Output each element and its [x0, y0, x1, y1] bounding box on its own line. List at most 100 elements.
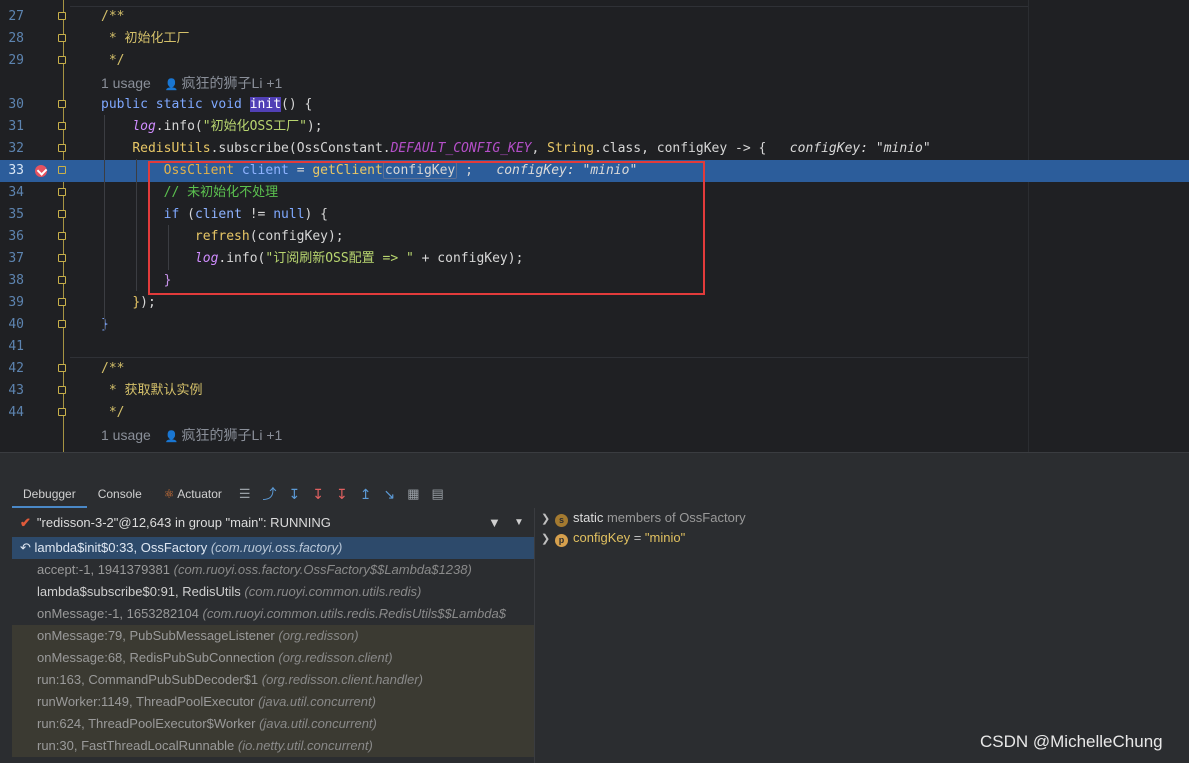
line-number[interactable]: 36 — [0, 226, 24, 248]
author-icon: 👤 — [164, 431, 179, 443]
code-text: /** — [101, 9, 125, 24]
line-number[interactable]: 28 — [0, 28, 24, 50]
code-editor[interactable]: 27/** 28 * 初始化工厂 29 */30 public static void… — [0, 0, 1189, 452]
variable-row[interactable]: ❯ p configKey = "minio" — [535, 528, 685, 548]
line-number[interactable]: 29 — [0, 50, 24, 72]
panel-splitter[interactable] — [0, 452, 1189, 481]
variable-row[interactable]: ❯ s static members of OssFactory — [535, 508, 746, 528]
fold-marker-icon[interactable] — [58, 386, 66, 394]
line-number[interactable]: 34 — [0, 182, 24, 204]
breakpoint-icon[interactable] — [35, 165, 47, 177]
stack-frame[interactable]: onMessage:68, RedisPubSubConnection (org… — [12, 647, 534, 669]
line-number[interactable]: 33 — [0, 160, 24, 182]
line-number[interactable]: 41 — [0, 336, 24, 358]
line-number[interactable]: 35 — [0, 204, 24, 226]
usage-count[interactable]: 1 usage — [101, 427, 151, 443]
fold-marker-icon[interactable] — [58, 12, 66, 20]
code-line[interactable]: 32 RedisUtils.subscribe(OssConstant.DEFA… — [0, 138, 1189, 160]
code-line[interactable]: 29 */ — [0, 50, 1189, 72]
stack-frame[interactable]: run:624, ThreadPoolExecutor$Worker (java… — [12, 713, 534, 735]
variables-panel: ❯ s static members of OssFactory ❯ p configKe… — [535, 508, 1189, 763]
usage-count[interactable]: 1 usage — [101, 75, 151, 91]
step-out-icon[interactable]: ↥ — [360, 486, 372, 503]
thread-selector[interactable]: ✔ "redisson-3-2"@12,643 in group "main": … — [12, 510, 534, 536]
show-execution-point-icon[interactable]: ⤴ — [263, 484, 277, 504]
code-vision-hint[interactable]: 1 usage 👤 疯狂的狮子Li +1 — [101, 72, 282, 96]
stack-frame[interactable]: onMessage:-1, 1653282104 (com.ruoyi.comm… — [12, 603, 534, 625]
expand-chevron-icon[interactable]: ❯ — [541, 509, 555, 529]
line-number[interactable]: 43 — [0, 380, 24, 402]
fold-marker-icon[interactable] — [58, 188, 66, 196]
code-vision-hint[interactable]: 1 usage 👤 疯狂的狮子Li +1 — [101, 424, 282, 448]
code-line[interactable]: 41 — [0, 336, 1189, 358]
stack-frame[interactable]: run:163, CommandPubSubDecoder$1 (org.red… — [12, 669, 534, 691]
tab-debugger[interactable]: Debugger — [12, 480, 87, 508]
fold-marker-icon[interactable] — [58, 56, 66, 64]
debug-toolbar: Debugger Console ⚛ Actuator ☰ ⤴ ↧ ↧ ↧ ↥ … — [12, 480, 450, 508]
code-line[interactable]: 31 log.info("初始化OSS工厂"); — [0, 116, 1189, 138]
fold-marker-icon[interactable] — [58, 100, 66, 108]
trace-stream-icon[interactable]: ▤ — [432, 486, 444, 502]
code-line[interactable]: 44 */ — [0, 402, 1189, 424]
fold-marker-icon[interactable] — [58, 122, 66, 130]
expand-chevron-icon[interactable]: ❯ — [541, 529, 555, 549]
evaluate-expression-icon[interactable]: ▦ — [407, 486, 419, 502]
code-line[interactable]: 43 * 获取默认实例 — [0, 380, 1189, 402]
fold-marker-icon[interactable] — [58, 232, 66, 240]
fold-marker-icon[interactable] — [58, 298, 66, 306]
chevron-down-icon[interactable]: ▼ — [514, 510, 524, 536]
code-line[interactable]: 42 /** — [0, 358, 1189, 380]
tool-window-strip — [0, 480, 12, 763]
method-separator — [70, 6, 1028, 7]
layout-icon[interactable]: ☰ — [239, 486, 251, 502]
fold-marker-icon[interactable] — [58, 34, 66, 42]
line-number[interactable]: 40 — [0, 314, 24, 336]
stack-frame[interactable]: onMessage:79, PubSubMessageListener (org… — [12, 625, 534, 647]
step-over-icon[interactable]: ↧ — [289, 486, 301, 503]
code-text: */ — [101, 405, 125, 420]
stack-frame[interactable]: accept:-1, 1941379381 (com.ruoyi.oss.fac… — [12, 559, 534, 581]
force-step-into-icon[interactable]: ↧ — [336, 486, 348, 503]
tab-actuator[interactable]: ⚛ Actuator — [153, 480, 233, 508]
fold-marker-icon[interactable] — [58, 320, 66, 328]
line-number[interactable]: 32 — [0, 138, 24, 160]
code-line[interactable]: 30 public static void init() { — [0, 94, 1189, 116]
code-line[interactable]: 39 }); — [0, 292, 1189, 314]
code-line[interactable]: 40} — [0, 314, 1189, 336]
code-text: RedisUtils.subscribe(OssConstant.DEFAULT… — [132, 141, 931, 156]
line-number[interactable]: 38 — [0, 270, 24, 292]
fold-marker-icon[interactable] — [58, 408, 66, 416]
author-name: 疯狂的狮子Li +1 — [181, 75, 283, 91]
annotation-highlight-box — [148, 161, 705, 295]
fold-marker-icon[interactable] — [58, 364, 66, 372]
code-text: */ — [101, 53, 125, 68]
stack-frame[interactable]: runWorker:1149, ThreadPoolExecutor (java… — [12, 691, 534, 713]
stack-frame[interactable]: run:30, FastThreadLocalRunnable (io.nett… — [12, 735, 534, 757]
step-into-icon[interactable]: ↧ — [312, 486, 324, 503]
line-number[interactable]: 44 — [0, 402, 24, 424]
code-line[interactable]: 27 /** — [0, 6, 1189, 28]
run-to-cursor-icon[interactable]: ↘ — [383, 486, 395, 503]
code-line[interactable]: 28 * 初始化工厂 — [0, 28, 1189, 50]
line-number[interactable]: 42 — [0, 358, 24, 380]
code-text: * 初始化工厂 — [101, 31, 190, 46]
fold-marker-icon[interactable] — [58, 254, 66, 262]
code-text: * 获取默认实例 — [101, 383, 203, 398]
line-number[interactable]: 31 — [0, 116, 24, 138]
line-number[interactable]: 27 — [0, 6, 24, 28]
line-number[interactable]: 30 — [0, 94, 24, 116]
fold-marker-icon[interactable] — [58, 276, 66, 284]
code-text: }); — [132, 295, 156, 310]
filter-icon[interactable]: ▼ — [488, 510, 501, 536]
stack-frame[interactable]: ↶ lambda$init$0:33, OssFactory (com.ruoy… — [12, 537, 534, 559]
checkmark-icon: ✔ — [20, 515, 31, 530]
stack-frame[interactable]: lambda$subscribe$0:91, RedisUtils (com.r… — [12, 581, 534, 603]
line-number[interactable]: 37 — [0, 248, 24, 270]
fold-marker-icon[interactable] — [58, 144, 66, 152]
code-text: /** — [101, 361, 125, 376]
frames-panel: ✔ "redisson-3-2"@12,643 in group "main": … — [12, 508, 535, 763]
fold-marker-icon[interactable] — [58, 166, 66, 174]
tab-console[interactable]: Console — [87, 480, 153, 508]
fold-marker-icon[interactable] — [58, 210, 66, 218]
line-number[interactable]: 39 — [0, 292, 24, 314]
